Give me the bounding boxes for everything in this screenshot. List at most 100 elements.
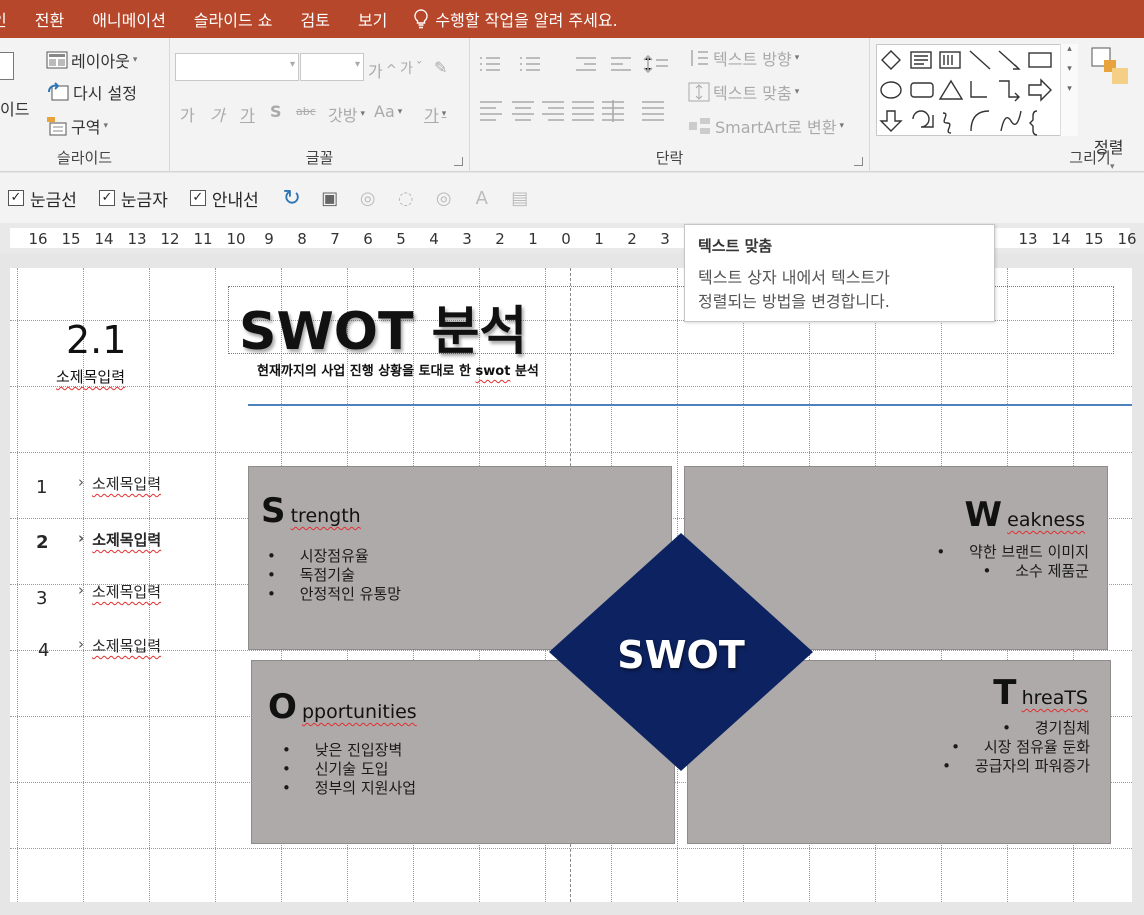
slide-subtitle: 현재까지의 사업 진행 상황을 토대로 한 swot 분석 [257, 360, 539, 379]
tooltip-title: 텍스트 맞춤 [698, 237, 773, 255]
ruler-tick: 3 [462, 230, 472, 248]
toc-label: 소제목입력 [92, 531, 162, 549]
smartart-icon [689, 118, 710, 134]
toc-number: 3 [36, 588, 48, 609]
toc-label: 소제목입력 [92, 475, 162, 493]
strength-initial: S [261, 491, 286, 531]
char-spacing-label: 갓방 [328, 106, 358, 125]
ruler-tick: 6 [363, 230, 373, 248]
list-item-text: 시장점유율 [299, 547, 369, 565]
underline-button[interactable]: 가 [240, 102, 255, 126]
subtitle-swot: swot [475, 364, 511, 379]
toc-number: 4 [38, 640, 50, 661]
group-label-slides: 슬라이드 [56, 149, 113, 167]
tab-view[interactable]: 보기 [344, 7, 401, 31]
toc-item-active[interactable]: › 소제목입력 [78, 529, 161, 550]
weakness-rest: eakness [1007, 509, 1085, 531]
tab-transitions[interactable]: 전환 [21, 7, 78, 31]
gridlines-checkbox[interactable]: ✓ 눈금선 [8, 186, 77, 211]
toc-item[interactable]: › 소제목입력 [78, 635, 161, 656]
ruler-tick: 14 [94, 230, 114, 248]
list-item-text: 경기침체 [1034, 719, 1090, 737]
ruler-checkbox[interactable]: ✓ 눈금자 [98, 186, 168, 211]
new-slide-icon[interactable] [0, 52, 14, 80]
list-item: • 시장점유율 [267, 547, 369, 565]
ruler-tick: 15 [61, 230, 81, 248]
redo-icon[interactable]: ↻ [281, 186, 303, 211]
change-case-button[interactable]: Aa ▾ [374, 102, 402, 121]
gridline-vertical [17, 268, 18, 902]
layout-button[interactable]: 레이아웃 ▾ [46, 48, 137, 72]
new-slide-label[interactable]: 이드 [0, 96, 29, 120]
toc-number: 1 [36, 477, 48, 498]
clipboard-icon[interactable]: ▤ [509, 187, 531, 209]
shrink-font-button[interactable]: 가ˇ [400, 58, 423, 78]
font-size-combo[interactable] [300, 53, 364, 81]
shadow-button[interactable]: S [270, 102, 282, 121]
toc-number: 2 [36, 532, 49, 553]
slide-title: SWOT 분석 [239, 302, 528, 362]
arrange-button[interactable] [1090, 46, 1130, 86]
opportunities-initial: O [268, 687, 297, 727]
shape-outline-icon[interactable]: ◎ [433, 187, 455, 209]
reset-button[interactable]: 다시 설정 [46, 80, 137, 104]
reset-label: 다시 설정 [73, 84, 137, 103]
paragraph-dialog-launcher[interactable] [854, 157, 863, 166]
font-dialog-launcher[interactable] [454, 157, 463, 166]
shapes-gallery[interactable] [876, 44, 1078, 136]
text-direction-label: 텍스트 방향 [713, 50, 792, 69]
font-name-combo[interactable] [175, 53, 299, 81]
bold-button[interactable]: 가 [180, 102, 195, 126]
ruler-tick: 16 [28, 230, 48, 248]
ruler-tick: 1 [594, 230, 604, 248]
checkmark-icon: ✓ [8, 190, 24, 206]
shapes-gallery-scroll[interactable]: ▴ ▾ ▾ [1060, 44, 1078, 136]
align-text-button[interactable]: 텍스트 맞춤 ▾ [688, 80, 799, 104]
guides-checkbox[interactable]: ✓ 안내선 [189, 186, 259, 211]
text-direction-button[interactable]: 텍스트 방향 ▾ [688, 46, 799, 70]
font-color-button[interactable]: 가 ▾ [424, 102, 446, 126]
group-paragraph: 텍스트 방향 ▾ 텍스트 맞춤 ▾ SmartArt로 변환 ▾ 단락 [470, 38, 870, 172]
gridline-vertical [215, 268, 216, 902]
tab-animations[interactable]: 애니메이션 [78, 7, 180, 31]
presenter-icon[interactable]: ▣ [319, 187, 341, 209]
change-case-label: Aa [374, 102, 395, 121]
tab-review[interactable]: 검토 [286, 7, 343, 31]
strikethrough-button[interactable]: abc [296, 105, 316, 118]
ruler-tick: 10 [226, 230, 246, 248]
smartart-button[interactable]: SmartArt로 변환 ▾ [688, 114, 844, 138]
shape-fill-icon[interactable]: ◎ [357, 187, 379, 209]
opportunities-rest: pportunities [302, 701, 417, 723]
threats-rest: hreaTS [1021, 687, 1088, 709]
clear-format-button[interactable]: ✎ [434, 58, 447, 77]
tell-me-box[interactable]: 수행할 작업을 알려 주세요. [401, 7, 618, 31]
threats-heading: T hreaTS [993, 673, 1088, 713]
ruler-tick: 16 [1117, 230, 1137, 248]
strength-rest: trength [290, 505, 361, 527]
shape-effects-icon[interactable]: ◌ [395, 187, 417, 209]
ruler-tick: 11 [193, 230, 213, 248]
toc-item[interactable]: › 소제목입력 [78, 473, 161, 494]
paragraph-controls-icon [480, 54, 668, 122]
char-spacing-button[interactable]: 갓방 ▾ [328, 102, 365, 126]
section-button[interactable]: 구역 ▾ [46, 114, 108, 138]
weakness-heading: W eakness [965, 495, 1085, 535]
group-font: 가^ 가ˇ ✎ 가 가 가 S abc 갓방▾ Aa▾ 가▾ 글꼴 [170, 38, 470, 172]
text-effects-icon[interactable]: A [471, 187, 493, 209]
group-slides: 이드 레이아웃 ▾ 다시 설정 구역 ▾ 슬라이드 [0, 38, 170, 172]
opportunities-heading: O pportunities [268, 687, 417, 727]
tab-design-fragment[interactable]: 인 [0, 7, 21, 31]
ruler-tick: 2 [495, 230, 505, 248]
tab-slideshow[interactable]: 슬라이드 쇼 [180, 7, 287, 31]
list-item: • 소수 제품군 [982, 562, 1089, 580]
grow-font-button[interactable]: 가 ^ [368, 58, 397, 82]
ruler-tick: 1 [528, 230, 538, 248]
gridline-horizontal [10, 386, 1132, 387]
italic-button[interactable]: 가 [210, 102, 225, 126]
section-icon [47, 117, 67, 136]
list-item: • 약한 브랜드 이미지 [936, 543, 1089, 561]
accent-line [248, 404, 1132, 406]
toc-item[interactable]: › 소제목입력 [78, 581, 161, 602]
slide-canvas[interactable]: 2.1 소제목입력 1 › 소제목입력 2 › 소제목입력 3 › 소제목입력 4 ›… [10, 268, 1132, 902]
arrange-caret-icon: ▾ [1110, 162, 1115, 172]
